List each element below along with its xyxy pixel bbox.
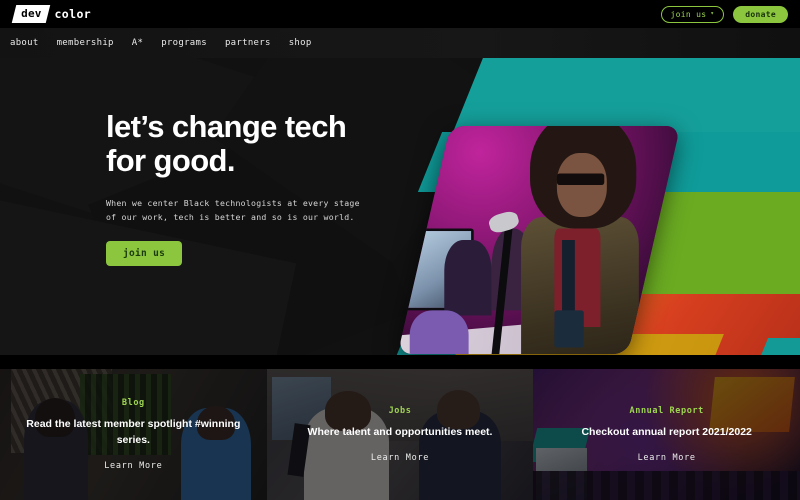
card-jobs-title: Where talent and opportunities meet.: [307, 425, 493, 438]
hero-title: let’s change tech for good.: [106, 110, 406, 178]
card-jobs-kicker: Jobs: [388, 405, 412, 416]
donate-button[interactable]: donate: [733, 5, 788, 23]
nav-item-list: about membership A* programs partners sh…: [10, 38, 312, 48]
logo-badge-text: dev: [21, 7, 42, 20]
card-annual-report-learn-more-link[interactable]: Learn More: [638, 453, 696, 463]
nav-item-membership[interactable]: membership: [57, 38, 114, 48]
card-annual-report-title: Checkout annual report 2021/2022: [581, 425, 752, 438]
top-bar-actions: join us ▾ donate: [660, 5, 788, 23]
feature-cards: Blog Read the latest member spotlight #w…: [0, 369, 800, 500]
nav-item-partners[interactable]: partners: [225, 38, 271, 48]
join-us-dropdown-button[interactable]: join us ▾: [660, 5, 725, 23]
logo-badge: dev: [11, 5, 51, 23]
card-blog-learn-more-link[interactable]: Learn More: [104, 461, 162, 471]
card-blog-kicker: Blog: [121, 397, 145, 408]
hero-section: let’s change tech for good. When we cent…: [0, 58, 800, 355]
card-jobs-learn-more-link[interactable]: Learn More: [371, 453, 429, 463]
page-root: dev color join us ▾ donate about members…: [0, 0, 800, 500]
hero-band-teal-top: [453, 58, 800, 132]
hero-join-us-button[interactable]: join us: [106, 241, 183, 267]
main-navigation: about membership A* programs partners sh…: [0, 28, 800, 58]
hero-subtitle: When we center Black technologists at ev…: [106, 197, 360, 222]
hero-copy: let’s change tech for good. When we cent…: [106, 110, 406, 267]
hero-title-line-1: let’s change tech: [106, 109, 347, 144]
nav-item-shop[interactable]: shop: [289, 38, 312, 48]
nav-item-astar[interactable]: A*: [132, 38, 143, 48]
nav-item-programs[interactable]: programs: [161, 38, 207, 48]
devcolor-logo[interactable]: dev color: [11, 5, 92, 23]
hero-title-line-2: for good.: [106, 142, 236, 178]
chevron-down-icon: ▾: [710, 10, 715, 17]
card-annual-report-kicker: Annual Report: [629, 405, 704, 416]
top-bar: dev color join us ▾ donate: [0, 0, 800, 28]
card-annual-report[interactable]: Annual Report Checkout annual report 202…: [533, 369, 800, 500]
section-divider: [0, 355, 800, 369]
nav-item-about[interactable]: about: [10, 38, 39, 48]
card-blog[interactable]: Blog Read the latest member spotlight #w…: [0, 369, 267, 500]
join-us-dropdown-label: join us: [670, 9, 707, 19]
card-blog-title: Read the latest member spotlight #winnin…: [26, 417, 241, 446]
card-jobs[interactable]: Jobs Where talent and opportunities meet…: [266, 369, 534, 500]
logo-word: color: [54, 7, 92, 21]
